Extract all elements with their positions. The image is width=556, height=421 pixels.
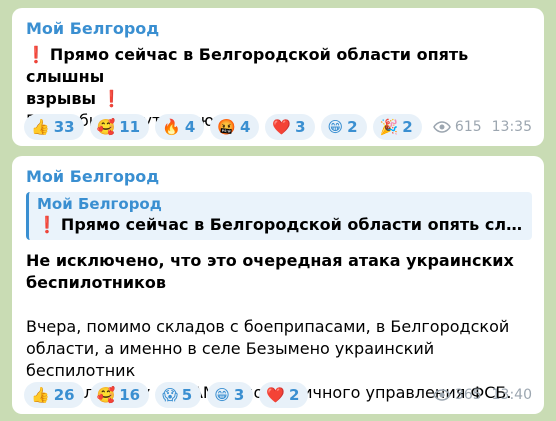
angry-face-icon: 🤬 xyxy=(217,118,236,136)
message-meta: 615 13:35 xyxy=(433,119,532,135)
smiling-hearts-icon: 🥰 xyxy=(96,118,116,136)
message-sender[interactable]: Мой Белгород xyxy=(26,166,532,188)
exclamation-icon: ❗ xyxy=(26,45,46,64)
message-footer: 👍 33 🥰 11 🔥 4 🤬 4 ❤️ 3 😁 2 🎉 2 615 13:35 xyxy=(24,114,532,140)
message-bubble[interactable]: Мой Белгород ❗ Прямо сейчас в Белгородско… xyxy=(12,8,544,146)
party-popper-icon: 🎉 xyxy=(379,118,399,136)
thumbs-up-icon: 👍 xyxy=(31,118,50,136)
smiling-hearts-icon: 🥰 xyxy=(96,386,116,404)
view-count: 365 xyxy=(454,387,482,403)
reactions-bar: 👍 26 🥰 16 😱 5 😁 3 ❤️ 2 xyxy=(24,382,309,408)
reaction-angry[interactable]: 🤬 4 xyxy=(210,114,260,140)
reaction-heart[interactable]: ❤️ 2 xyxy=(259,382,309,408)
message-time: 13:35 xyxy=(491,119,532,135)
eye-icon xyxy=(433,121,451,133)
reaction-grin[interactable]: 😁 2 xyxy=(320,114,367,140)
exclamation-icon: ❗ xyxy=(37,215,57,234)
heart-icon: ❤️ xyxy=(266,386,285,404)
reaction-party[interactable]: 🎉 2 xyxy=(372,114,422,140)
message-bubble[interactable]: Мой Белгород Мой Белгород ❗ Прямо сейчас … xyxy=(12,156,544,414)
reply-quote[interactable]: Мой Белгород ❗ Прямо сейчас в Белгородско… xyxy=(26,192,532,240)
message-headline: ❗ Прямо сейчас в Белгородской области опя… xyxy=(26,45,469,86)
eye-icon xyxy=(433,389,451,401)
thumbs-up-icon: 👍 xyxy=(31,386,50,404)
reaction-fire[interactable]: 🔥 4 xyxy=(155,114,205,140)
reaction-heart[interactable]: ❤️ 3 xyxy=(265,114,315,140)
reaction-thumbs-up[interactable]: 👍 26 xyxy=(24,382,84,408)
message-headline-cont: взрывы ❗ xyxy=(26,89,122,108)
scream-face-icon: 😱 xyxy=(162,386,178,404)
reaction-smiling-hearts[interactable]: 🥰 11 xyxy=(89,114,150,140)
reply-sender: Мой Белгород xyxy=(37,195,162,213)
reaction-smiling-hearts[interactable]: 🥰 16 xyxy=(89,382,150,408)
heart-icon: ❤️ xyxy=(272,118,292,136)
reaction-grin[interactable]: 😁 3 xyxy=(207,382,254,408)
message-body-line: области, а именно в селе Безымено украин… xyxy=(26,339,435,380)
exclamation-icon: ❗ xyxy=(101,89,122,108)
grin-icon: 😁 xyxy=(214,386,230,404)
message-body-line: Вчера, помимо складов с боеприпасами, в … xyxy=(26,317,510,336)
view-count: 615 xyxy=(454,119,482,135)
reply-text: ❗ Прямо сейчас в Белгородской области опя… xyxy=(37,215,524,234)
grin-icon: 😁 xyxy=(327,118,344,136)
reaction-scream[interactable]: 😱 5 xyxy=(155,382,202,408)
message-bold-line: Не исключено, что это очередная атака ук… xyxy=(26,251,514,270)
message-footer: 👍 26 🥰 16 😱 5 😁 3 ❤️ 2 365 13:40 xyxy=(24,382,532,408)
reactions-bar: 👍 33 🥰 11 🔥 4 🤬 4 ❤️ 3 😁 2 🎉 2 xyxy=(24,114,422,140)
reaction-thumbs-up[interactable]: 👍 33 xyxy=(24,114,84,140)
message-time: 13:40 xyxy=(491,387,532,403)
message-bold-line: беспилотников xyxy=(26,273,166,292)
message-sender[interactable]: Мой Белгород xyxy=(26,18,532,40)
fire-icon: 🔥 xyxy=(162,118,181,136)
message-meta: 365 13:40 xyxy=(433,387,532,403)
